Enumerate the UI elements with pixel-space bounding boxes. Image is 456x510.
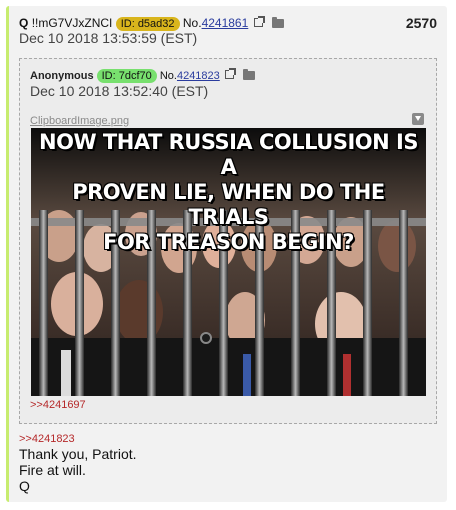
poster-name: Q	[19, 16, 29, 30]
quoted-post-header: Anonymous ID: 7dcf70 No.4241823	[30, 68, 255, 83]
post-date: Dec 10 2018 13:53:59 (EST)	[19, 30, 198, 46]
image-caption-line: FOR TREASON BEGIN?	[103, 230, 354, 254]
image-caption-line: PROVEN LIE, WHEN DO THE TRIALS	[72, 180, 385, 229]
reply-reference-link[interactable]: >>4241823	[19, 433, 75, 445]
quoted-post-number-prefix: No.	[159, 70, 177, 82]
post-container: Q !!mG7VJxZNCI ID: d5ad32 No.4241861 257…	[6, 6, 447, 502]
post-number-link[interactable]: 4241861	[202, 16, 249, 30]
quoted-post: Anonymous ID: 7dcf70 No.4241823 Dec 10 2…	[19, 58, 437, 424]
quoted-poster-id-badge[interactable]: ID: 7dcf70	[96, 69, 157, 83]
post-header: Q !!mG7VJxZNCI ID: d5ad32 No.4241861	[19, 15, 284, 31]
message-line: Q	[19, 478, 30, 494]
message-line: Thank you, Patriot.	[19, 446, 137, 462]
external-link-icon[interactable]	[253, 16, 265, 27]
folder-icon[interactable]	[271, 17, 284, 28]
poster-id-badge[interactable]: ID: d5ad32	[115, 17, 180, 31]
tripcode: !!mG7VJxZNCI	[31, 16, 113, 30]
quoted-post-date: Dec 10 2018 13:52:40 (EST)	[30, 83, 209, 99]
backlink[interactable]: >>4241697	[30, 399, 86, 411]
attached-image[interactable]: NOW THAT RUSSIA COLLUSION IS A PROVEN LI…	[31, 128, 426, 396]
folder-icon[interactable]	[242, 69, 255, 80]
message-line: Fire at will.	[19, 462, 86, 478]
post-number-prefix: No.	[182, 16, 202, 30]
image-filename-link[interactable]: ClipboardImage.png	[30, 115, 129, 127]
download-icon[interactable]	[412, 113, 424, 125]
quoted-poster-name: Anonymous	[30, 70, 94, 82]
image-caption: NOW THAT RUSSIA COLLUSION IS A PROVEN LI…	[31, 130, 426, 255]
post-count: 2570	[405, 15, 437, 31]
quoted-post-number-link[interactable]: 4241823	[177, 70, 220, 82]
post-message: Thank you, Patriot. Fire at will. Q	[19, 446, 137, 494]
external-link-icon[interactable]	[224, 68, 236, 79]
image-caption-line: NOW THAT RUSSIA COLLUSION IS A	[39, 130, 418, 179]
